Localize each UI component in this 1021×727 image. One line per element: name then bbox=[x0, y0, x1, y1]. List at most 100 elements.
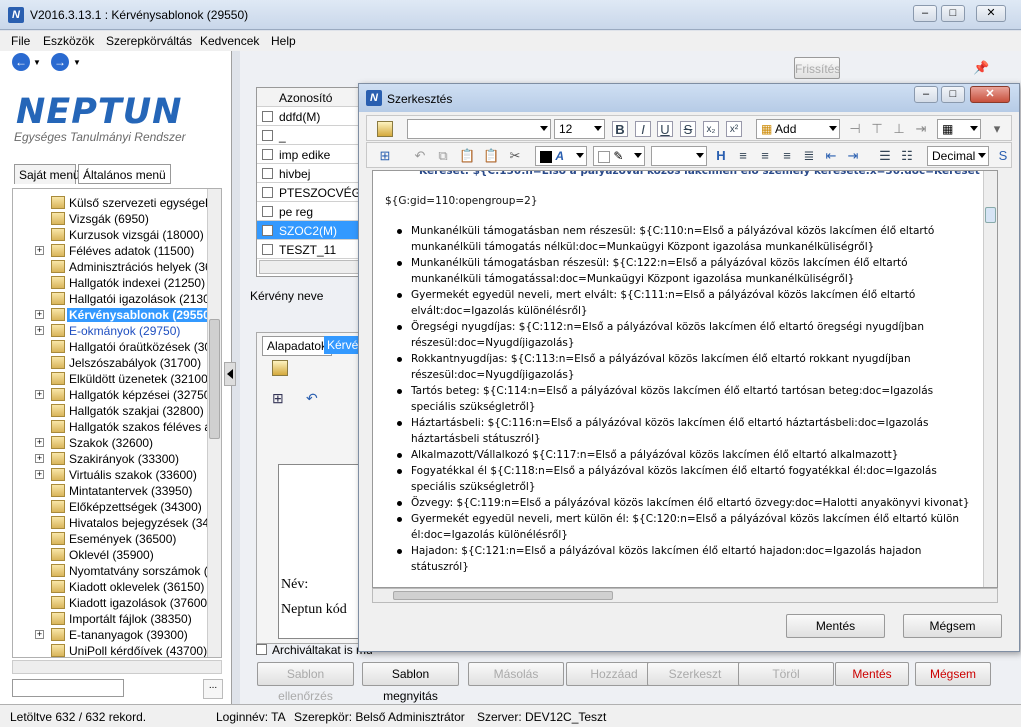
sablon-megnyitas-button[interactable]: Sablon megnyitás bbox=[362, 662, 459, 703]
tree-item[interactable]: Importált fájlok (38350) bbox=[13, 611, 213, 627]
paste-format-icon[interactable] bbox=[377, 121, 393, 137]
dialog-save-button[interactable]: Mentés bbox=[786, 614, 885, 638]
pin-icon[interactable]: 📌 bbox=[973, 60, 989, 76]
tree-item[interactable]: + Virtuális szakok (33600) bbox=[13, 467, 213, 483]
szerkeszt-button[interactable]: Szerkeszt bbox=[647, 662, 743, 686]
row-checkbox[interactable] bbox=[262, 206, 273, 217]
tree-item[interactable]: Hallgatói igazolások (21300) bbox=[13, 291, 213, 307]
tree-item[interactable]: + Szakok (32600) bbox=[13, 435, 213, 451]
tree-item[interactable]: Külső szervezeti egységek (6 bbox=[13, 195, 213, 211]
superscript-icon[interactable]: x² bbox=[726, 121, 742, 137]
expand-icon[interactable]: + bbox=[35, 326, 44, 335]
font-family-select[interactable] bbox=[407, 119, 551, 139]
tree-hscrollbar[interactable] bbox=[12, 660, 222, 674]
menu-eszkozok[interactable]: Eszközök bbox=[43, 34, 94, 48]
tree-item[interactable]: + Szakirányok (33300) bbox=[13, 451, 213, 467]
tree-item[interactable]: Hallgatók szakjai (32800) bbox=[13, 403, 213, 419]
add-field-select[interactable]: ▦ Add bbox=[756, 119, 840, 139]
expand-icon[interactable]: + bbox=[35, 390, 44, 399]
tab-kervenysablon[interactable]: Kérvé bbox=[324, 336, 360, 354]
collapse-left-icon[interactable] bbox=[224, 362, 236, 386]
table-split-icon[interactable]: ⊥ bbox=[891, 121, 907, 137]
tree-item[interactable]: + E-okmányok (29750) bbox=[13, 323, 213, 339]
tree-item[interactable]: Elküldött üzenetek (32100) bbox=[13, 371, 213, 387]
expand-icon[interactable]: + bbox=[35, 310, 44, 319]
megsem-button[interactable]: Mégsem bbox=[915, 662, 991, 686]
tree-item[interactable]: Hallgatói óraütközések (3010 bbox=[13, 339, 213, 355]
font-color-select[interactable]: A bbox=[535, 146, 587, 166]
list-style-select[interactable]: Decimal bbox=[927, 146, 989, 166]
tree-item[interactable]: Oklevél (35900) bbox=[13, 547, 213, 563]
table-insert-col-icon[interactable]: ⊤ bbox=[869, 121, 885, 137]
link-icon[interactable]: S bbox=[995, 148, 1011, 164]
align-left-icon[interactable]: ≡ bbox=[735, 148, 751, 164]
back-icon[interactable]: ← bbox=[12, 53, 30, 71]
table-select[interactable]: ▦ bbox=[937, 119, 981, 139]
tree-item[interactable]: Előképzettségek (34300) bbox=[13, 499, 213, 515]
dialog-minimize-button[interactable]: – bbox=[914, 86, 938, 103]
table-insert-row-icon[interactable]: ⊣ bbox=[847, 121, 863, 137]
align-right-icon[interactable]: ≡ bbox=[779, 148, 795, 164]
copy-icon[interactable]: ⧉ bbox=[435, 148, 451, 164]
expand-icon[interactable]: + bbox=[35, 470, 44, 479]
rich-text-editor[interactable]: Kereset: ${C:130:n=Első a pályázóval köz… bbox=[372, 170, 998, 588]
tree-item[interactable]: + Hallgatók képzései (32750) bbox=[13, 387, 213, 403]
expand-icon[interactable]: + bbox=[35, 438, 44, 447]
grid-row[interactable]: ddfd(M) bbox=[257, 107, 367, 126]
grid-row[interactable]: pe reg bbox=[257, 202, 367, 221]
cut-icon[interactable]: ✂ bbox=[507, 148, 523, 164]
expand-icon[interactable]: + bbox=[35, 454, 44, 463]
outdent-icon[interactable]: ⇤ bbox=[823, 148, 839, 164]
tree-item[interactable]: Adminisztrációs helyek (3600 bbox=[13, 259, 213, 275]
tree-item[interactable]: + Kérvénysablonok (29550 bbox=[13, 307, 213, 323]
tree-item[interactable]: Vizsgák (6950) bbox=[13, 211, 213, 227]
archive-checkbox[interactable] bbox=[256, 644, 267, 655]
torol-button[interactable]: Töröl bbox=[738, 662, 834, 686]
row-checkbox[interactable] bbox=[262, 130, 273, 141]
underline-icon[interactable]: U bbox=[657, 121, 673, 137]
font-size-select[interactable]: 12 bbox=[554, 119, 605, 139]
expand-icon[interactable]: + bbox=[35, 246, 44, 255]
minimize-button[interactable]: – bbox=[913, 5, 937, 22]
grid-row[interactable]: TESZT_11 bbox=[257, 240, 367, 259]
tree-item[interactable]: Kurzusok vizsgái (18000) bbox=[13, 227, 213, 243]
sablon-ellenorzes-button[interactable]: Sablon ellenőrzés bbox=[257, 662, 354, 703]
more-icon[interactable]: ▾ bbox=[989, 121, 1005, 137]
masolas-button[interactable]: Másolás bbox=[468, 662, 564, 686]
table-merge-icon[interactable]: ⇥ bbox=[913, 121, 929, 137]
justify-icon[interactable]: ≣ bbox=[801, 148, 817, 164]
grid-row[interactable]: _ bbox=[257, 126, 367, 145]
indent-icon[interactable]: ⇥ bbox=[845, 148, 861, 164]
row-checkbox[interactable] bbox=[262, 244, 273, 255]
subscript-icon[interactable]: x₂ bbox=[703, 121, 719, 137]
refresh-button[interactable]: Frissítés bbox=[794, 57, 840, 79]
menu-search-input[interactable] bbox=[12, 679, 124, 697]
dialog-cancel-button[interactable]: Mégsem bbox=[903, 614, 1002, 638]
tab-alapadatok[interactable]: Alapadatok bbox=[262, 336, 333, 356]
tree-item[interactable]: Jelszószabályok (31700) bbox=[13, 355, 213, 371]
tab-altalanos-menu[interactable]: Általános menü bbox=[78, 164, 171, 184]
style-select[interactable] bbox=[651, 146, 707, 166]
italic-icon[interactable]: I bbox=[635, 121, 651, 137]
expand-icon[interactable]: + bbox=[35, 630, 44, 639]
editor-vscrollbar[interactable] bbox=[983, 171, 997, 587]
menu-kedvencek[interactable]: Kedvencek bbox=[200, 34, 259, 48]
tree-icon[interactable]: ⊞ bbox=[272, 390, 284, 407]
row-checkbox[interactable] bbox=[262, 168, 273, 179]
forward-dropdown-icon[interactable]: ▼ bbox=[73, 58, 81, 67]
grid-row[interactable]: hivbej bbox=[257, 164, 367, 183]
heading-icon[interactable]: H bbox=[713, 148, 729, 164]
tree-item[interactable]: Mintatantervek (33950) bbox=[13, 483, 213, 499]
editor-hscrollbar[interactable] bbox=[372, 588, 998, 603]
grid-row[interactable]: PTESZOCVÉGL bbox=[257, 183, 368, 202]
tree-item[interactable]: Hallgatók indexei (21250) bbox=[13, 275, 213, 291]
close-button[interactable]: ✕ bbox=[976, 5, 1006, 22]
tab-sajat-menu[interactable]: Saját menü bbox=[14, 164, 80, 184]
paste-icon[interactable]: 📋 bbox=[459, 148, 475, 164]
dialog-maximize-button[interactable]: □ bbox=[941, 86, 965, 103]
back-dropdown-icon[interactable]: ▼ bbox=[33, 58, 41, 67]
align-center-icon[interactable]: ≡ bbox=[757, 148, 773, 164]
tree-item[interactable]: Hallgatók szakos féléves ada bbox=[13, 419, 213, 435]
paste-special-icon[interactable]: 📋 bbox=[483, 148, 499, 164]
menu-help[interactable]: Help bbox=[271, 34, 296, 48]
